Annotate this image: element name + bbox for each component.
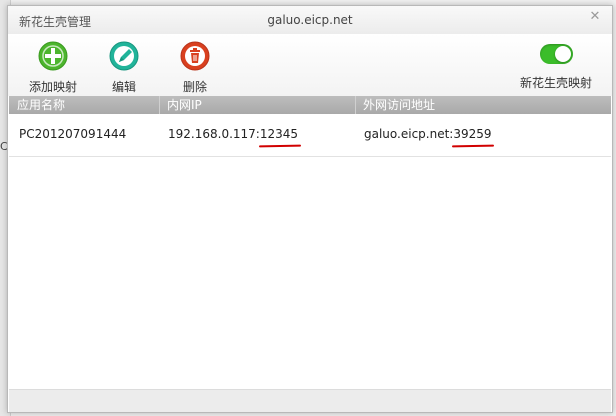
- column-header-wan-address[interactable]: 外网访问地址: [355, 96, 603, 114]
- status-bar: [9, 389, 611, 412]
- table-row[interactable]: PC201207091444 192.168.0.117:12345 galuo…: [9, 114, 611, 157]
- lan-port-underlined: 12345: [259, 127, 299, 141]
- mapping-toggle-switch[interactable]: [539, 44, 573, 64]
- toolbar: 添加映射 编辑 删除 新花生壳映射: [8, 34, 612, 96]
- add-mapping-button[interactable]: 添加映射: [18, 40, 88, 95]
- mapping-toggle-control[interactable]: 新花生壳映射: [513, 40, 599, 91]
- lan-ip-cell: 192.168.0.117:12345: [168, 127, 298, 141]
- add-icon: [38, 41, 68, 71]
- table-header: 应用名称 内网IP 外网访问地址: [9, 96, 611, 114]
- app-name-cell: PC201207091444: [19, 127, 127, 141]
- delete-button[interactable]: 删除: [160, 40, 230, 95]
- delete-label: 删除: [182, 80, 207, 94]
- wan-address-cell: galuo.eicp.net:39259: [364, 127, 492, 141]
- wan-host: galuo.eicp.net:: [364, 127, 454, 141]
- column-header-app-name[interactable]: 应用名称: [9, 96, 160, 114]
- lan-ip-host: 192.168.0.117:: [168, 127, 260, 141]
- window-domain: galuo.eicp.net: [267, 13, 353, 27]
- column-header-lan-ip[interactable]: 内网IP: [159, 96, 356, 114]
- mapping-toggle-label: 新花生壳映射: [519, 76, 592, 90]
- wan-port-underlined: 39259: [453, 127, 492, 141]
- title-bar[interactable]: 新花生壳管理 galuo.eicp.net ✕: [8, 6, 612, 34]
- edit-label: 编辑: [111, 80, 136, 94]
- add-mapping-label: 添加映射: [28, 80, 77, 94]
- peanut-shell-manager-window: 新花生壳管理 galuo.eicp.net ✕ 添加映射 编辑 删除 新花生壳映…: [7, 5, 613, 413]
- edit-pencil-icon: [109, 41, 139, 71]
- toggle-knob: [554, 46, 571, 62]
- trash-icon: [180, 41, 210, 71]
- close-icon[interactable]: ✕: [588, 10, 602, 24]
- edit-button[interactable]: 编辑: [89, 40, 159, 95]
